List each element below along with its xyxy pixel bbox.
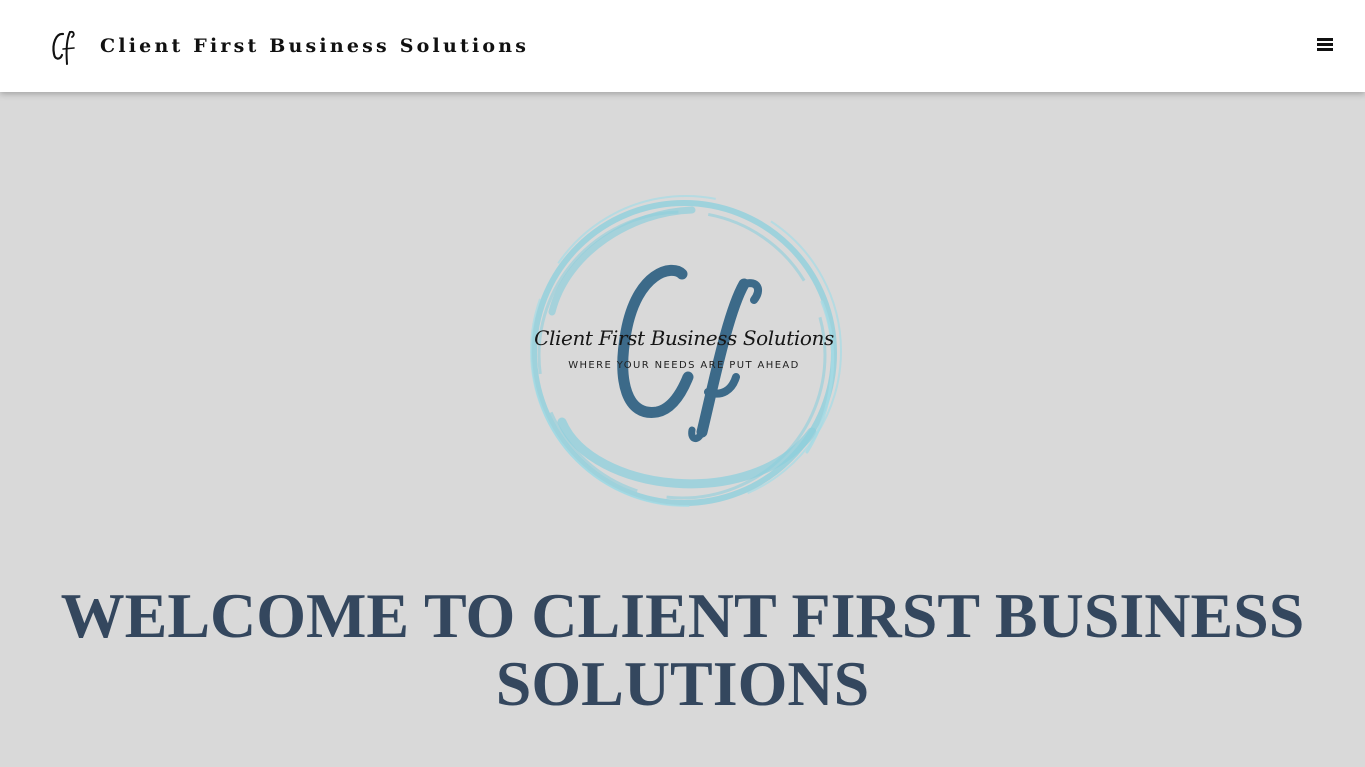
welcome-heading: WELCOME TO CLIENT FIRST BUSINESS SOLUTIO… [60, 580, 1305, 719]
logo-title: Client First Business Solutions [534, 326, 834, 350]
brand-home-link[interactable]: Client First Business Solutions [48, 24, 529, 68]
site-header: Client First Business Solutions [0, 0, 1365, 92]
menu-bar [1317, 48, 1333, 51]
menu-bar [1317, 43, 1333, 46]
logo-tagline: WHERE YOUR NEEDS ARE PUT AHEAD [568, 360, 800, 371]
brand-name: Client First Business Solutions [100, 35, 530, 57]
hamburger-menu-icon[interactable] [1315, 31, 1335, 55]
hero-logo: Client First Business Solutions WHERE YO… [522, 192, 846, 514]
menu-bar [1317, 38, 1333, 41]
brush-ring-logo [530, 195, 842, 507]
brand-logo-mark [52, 30, 75, 65]
hero-section: Client First Business Solutions WHERE YO… [0, 92, 1365, 767]
